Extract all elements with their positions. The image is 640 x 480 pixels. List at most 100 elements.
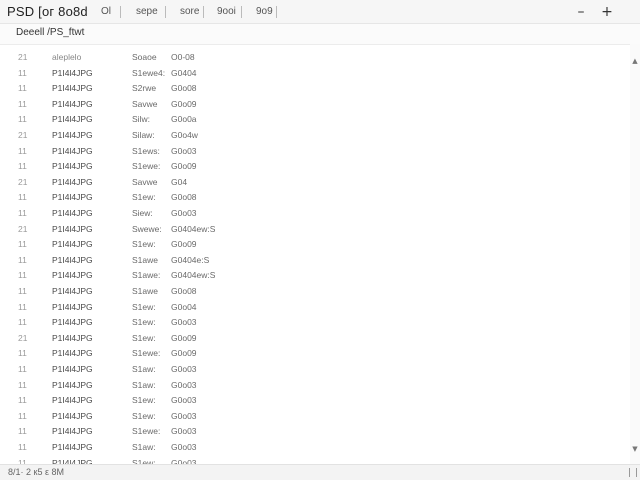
file-row[interactable]: 21 P1I4l4JPG Swewe: G0404ew:S: [0, 222, 630, 238]
row-index: 11: [18, 114, 27, 125]
current-path[interactable]: Deeell /PS_ftwt: [16, 27, 84, 38]
file-row[interactable]: 11 P1I4l4JPG S1ewe: G0o09: [0, 159, 630, 175]
list-header-row: 21 аlерlеlо Sоаое O0-08: [0, 50, 630, 66]
menu-item-4[interactable]: 9ooі: [217, 6, 236, 17]
file-row[interactable]: 21 P1I4l4JPG Sаvwe G04: [0, 175, 630, 191]
file-type: G0o09: [171, 239, 197, 250]
file-name[interactable]: P1I4l4JPG: [52, 348, 93, 358]
row-index: 11: [18, 410, 27, 421]
file-name[interactable]: P1I4l4JPG: [52, 442, 93, 452]
row-index: 11: [18, 254, 27, 265]
maximize-button[interactable]: +: [597, 3, 617, 21]
file-type: G0404: [171, 67, 197, 78]
file-row[interactable]: 11 P1I4l4JPG Silw: G0o0a: [0, 112, 630, 128]
menu-item-3[interactable]: sоrе: [180, 6, 199, 17]
file-name[interactable]: P1I4l4JPG: [52, 161, 93, 171]
file-name[interactable]: P1I4l4JPG: [52, 177, 93, 187]
row-index: 11: [18, 301, 27, 312]
file-type: G0404ew:S: [171, 270, 216, 281]
row-index: 11: [18, 364, 27, 374]
file-type: G0404ew:S: [171, 223, 216, 234]
header-name[interactable]: аlерlеlо: [52, 52, 81, 62]
file-name[interactable]: P1I4l4JPG: [52, 208, 93, 218]
row-index: 11: [18, 426, 27, 437]
file-name[interactable]: P1I4l4JPG: [52, 380, 93, 390]
file-row[interactable]: 11 P1I4l4JPG S1ew: G0o08: [0, 190, 630, 206]
menu-separator: [120, 6, 121, 18]
menu-item-5[interactable]: 9o9: [256, 6, 273, 17]
header-size[interactable]: Sоаое: [132, 52, 157, 62]
file-row[interactable]: 11 P1I4l4JPG S1ews: G0o03: [0, 144, 630, 160]
status-text: 8/1· 2 к5 ε 8Μ: [8, 467, 64, 477]
file-row[interactable]: 11 P1I4l4JPG S1awe: G0404ew:S: [0, 268, 630, 284]
file-name[interactable]: P1I4l4JPG: [52, 426, 93, 436]
file-size: S1ew:: [132, 192, 156, 203]
file-name[interactable]: P1I4l4JPG: [52, 83, 93, 93]
file-list: 21 аlерlеlо Sоаое O0-08 11 P1I4l4JPG S1ewe…: [0, 46, 630, 464]
menu-item-1[interactable]: Ol: [101, 6, 111, 17]
row-index: 11: [18, 348, 27, 359]
scroll-down-icon[interactable]: ▼: [631, 444, 639, 454]
file-name[interactable]: P1I4l4JPG: [52, 411, 93, 421]
file-row[interactable]: 11 P1I4l4JPG S1ew: G0o09: [0, 237, 630, 253]
scroll-up-icon[interactable]: ▲: [631, 56, 639, 66]
file-row[interactable]: 11 P1I4l4JPG S1awe G0o08: [0, 284, 630, 300]
file-size: Sаvwe: [132, 98, 158, 109]
file-name[interactable]: P1I4l4JPG: [52, 146, 93, 156]
file-name[interactable]: P1I4l4JPG: [52, 239, 93, 249]
file-row[interactable]: 11 P1I4l4JPG S1ew: G0o03: [0, 315, 630, 331]
minimize-button[interactable]: –: [571, 3, 591, 21]
file-row[interactable]: 11 P1I4l4JPG S1aw: G0o03: [0, 440, 630, 456]
file-row[interactable]: 21 P1I4l4JPG Silaw: G0o4w: [0, 128, 630, 144]
file-size: S1aw:: [132, 364, 156, 374]
file-name[interactable]: P1I4l4JPG: [52, 302, 93, 312]
file-row[interactable]: 11 P1I4l4JPG S1ewe: G0o03: [0, 424, 630, 440]
file-name[interactable]: P1I4l4JPG: [52, 130, 93, 140]
file-row[interactable]: 11 P1I4l4JPG Siew: G0o03: [0, 206, 630, 222]
file-name[interactable]: P1I4l4JPG: [52, 99, 93, 109]
file-name[interactable]: P1I4l4JPG: [52, 192, 93, 202]
file-row[interactable]: 11 P1I4l4JPG S1awe G0404e:S: [0, 253, 630, 269]
file-name[interactable]: P1I4l4JPG: [52, 333, 93, 343]
file-name[interactable]: P1I4l4JPG: [52, 255, 93, 265]
file-row[interactable]: 11 P1I4l4JPG S1ewe: G0o09: [0, 346, 630, 362]
file-name[interactable]: P1I4l4JPG: [52, 270, 93, 280]
file-size: S1ewe:: [132, 426, 161, 437]
vertical-scrollbar[interactable]: ▲ ▼: [630, 44, 640, 464]
file-name[interactable]: P1I4l4JPG: [52, 224, 93, 234]
row-index: 21: [18, 130, 28, 140]
row-index: 11: [18, 98, 27, 109]
file-name[interactable]: P1I4l4JPG: [52, 286, 93, 296]
file-name[interactable]: P1I4l4JPG: [52, 395, 93, 405]
file-row[interactable]: 11 P1I4l4JPG S1ew: G0o03: [0, 393, 630, 409]
file-row[interactable]: 11 P1I4l4JPG Sаvwe G0o09: [0, 97, 630, 113]
file-type: G0o03: [171, 395, 197, 406]
header-type[interactable]: O0-08: [171, 52, 195, 62]
file-size: S1aw:: [132, 379, 156, 390]
file-row[interactable]: 21 P1I4l4JPG S1ew: G0o09: [0, 331, 630, 347]
file-row[interactable]: 11 P1I4l4JPG S1aw: G0o03: [0, 362, 630, 378]
file-name[interactable]: P1I4l4JPG: [52, 68, 93, 78]
menu-item-2[interactable]: sере: [136, 6, 158, 17]
file-row[interactable]: 11 P1I4l4JPG S2rwe G0o08: [0, 81, 630, 97]
file-size: Siew:: [132, 208, 153, 218]
file-row[interactable]: 11 P1I4l4JPG S1aw: G0o03: [0, 378, 630, 394]
menu-separator: [165, 6, 166, 18]
file-size: S1ews:: [132, 145, 160, 156]
file-row[interactable]: 11 P1I4l4JPG S1ew: G0o03: [0, 456, 630, 464]
row-index: 21: [18, 176, 28, 187]
row-index: 11: [18, 145, 27, 156]
file-name[interactable]: P1I4l4JPG: [52, 364, 93, 374]
file-row[interactable]: 11 P1I4l4JPG S1ewe4: G0404: [0, 66, 630, 82]
file-row[interactable]: 11 P1I4l4JPG S1ew: G0o04: [0, 300, 630, 316]
row-index: 11: [18, 67, 27, 78]
file-name[interactable]: P1I4l4JPG: [52, 317, 93, 327]
file-name[interactable]: P1I4l4JPG: [52, 114, 93, 124]
file-browser-window: PSD [oг 8о8d Ol sере sоrе 9ooі 9o9 – + D…: [0, 0, 640, 480]
file-type: G0o08: [171, 286, 197, 296]
file-type: G0o03: [171, 410, 197, 421]
file-row[interactable]: 11 P1I4l4JPG S1ew: G0o03: [0, 409, 630, 425]
file-type: G0o03: [171, 426, 197, 437]
resize-grip-icon[interactable]: [629, 468, 637, 477]
file-type: G0o03: [171, 317, 197, 328]
